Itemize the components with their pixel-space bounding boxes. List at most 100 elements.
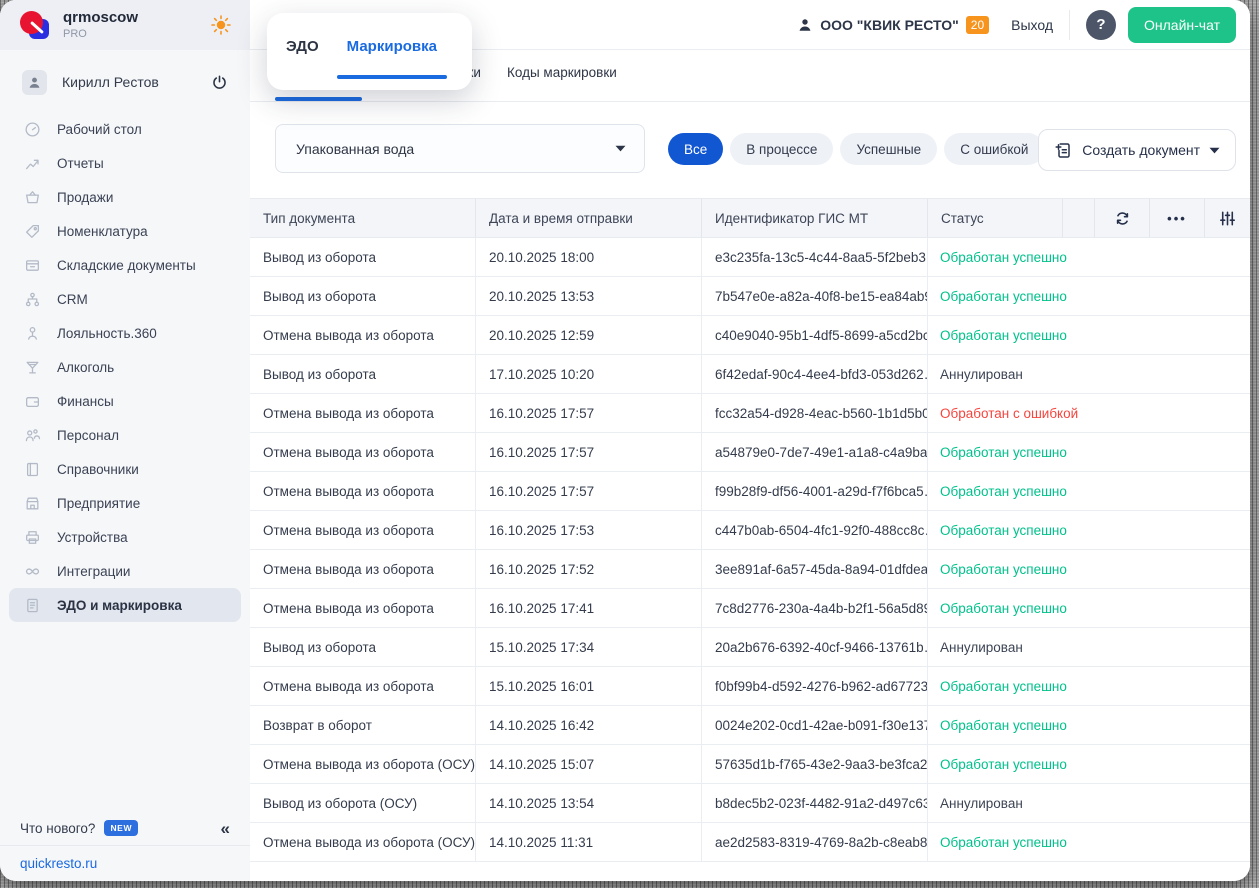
datetime-cell: 16.10.2025 17:53 (476, 511, 702, 549)
wallet-icon (24, 393, 41, 410)
datetime-cell: 16.10.2025 17:57 (476, 433, 702, 471)
column-settings-button[interactable] (1205, 199, 1250, 237)
theme-sun-icon[interactable] (210, 14, 232, 36)
popup-tab-marking[interactable]: Маркировка (347, 37, 437, 57)
filter-chip-3[interactable]: С ошибкой (944, 133, 1044, 165)
sidebar-item-8[interactable]: Финансы (9, 384, 241, 418)
table-header: Тип документаДата и время отправкиИденти… (250, 198, 1250, 238)
refresh-button[interactable] (1095, 199, 1150, 237)
sidebar-item-label: Устройства (57, 530, 128, 545)
table-row-6[interactable]: Отмена вывода из оборота16.10.2025 17:57… (250, 472, 1250, 511)
gis-mt-id-cell: ae2d2583-8319-4769-8a2b-c8eab8f… (702, 823, 928, 861)
whats-new-label: Что нового? (20, 821, 95, 836)
refresh-icon (1114, 210, 1131, 227)
datetime-cell: 14.10.2025 15:07 (476, 745, 702, 783)
product-group-value: Упакованная вода (296, 141, 414, 157)
product-group-select[interactable]: Упакованная вода (275, 124, 645, 173)
create-document-button[interactable]: Создать документ (1038, 129, 1236, 171)
table-row-12[interactable]: Возврат в оборот14.10.2025 16:420024e202… (250, 706, 1250, 745)
sidebar-item-2[interactable]: Продажи (9, 180, 241, 214)
document-type-cell: Отмена вывода из оборота (250, 394, 476, 432)
online-chat-button[interactable]: Онлайн-чат (1128, 7, 1236, 43)
new-badge: NEW (104, 820, 138, 836)
whats-new-row[interactable]: Что нового? NEW « (0, 811, 250, 845)
org-icon (24, 291, 41, 308)
sidebar-item-5[interactable]: CRM (9, 282, 241, 316)
table-row-11[interactable]: Отмена вывода из оборота15.10.2025 16:01… (250, 667, 1250, 706)
document-type-cell: Отмена вывода из оборота (250, 472, 476, 510)
table-row-4[interactable]: Отмена вывода из оборота16.10.2025 17:57… (250, 394, 1250, 433)
sidebar-item-label: Отчеты (57, 156, 104, 171)
topbar-divider (1069, 10, 1070, 40)
sidebar-item-1[interactable]: Отчеты (9, 146, 241, 180)
table-body: Вывод из оборота20.10.2025 18:00e3c235fa… (250, 238, 1250, 862)
account-name: ООО "КВИК РЕСТО" (820, 17, 959, 33)
gis-mt-id-cell: f0bf99b4-d592-4276-b962-ad67723… (702, 667, 928, 705)
datetime-cell: 15.10.2025 16:01 (476, 667, 702, 705)
table-row-3[interactable]: Вывод из оборота17.10.2025 10:206f42edaf… (250, 355, 1250, 394)
gis-mt-id-cell: c40e9040-95b1-4df5-8699-a5cd2bc… (702, 316, 928, 354)
sidebar-item-11[interactable]: Предприятие (9, 486, 241, 520)
sidebar-item-13[interactable]: Интеграции (9, 554, 241, 588)
gis-mt-id-cell: b8dec5b2-023f-4482-91a2-d497c63… (702, 784, 928, 822)
status-cell: Обработан с ошибкой (928, 394, 1250, 432)
help-button[interactable]: ? (1086, 10, 1116, 40)
sidebar-item-label: Складские документы (57, 258, 196, 273)
gis-mt-id-cell: 7c8d2776-230a-4a4b-b2f1-56a5d89… (702, 589, 928, 627)
ellipsis-icon: ••• (1167, 211, 1187, 226)
sidebar-item-0[interactable]: Рабочий стол (9, 112, 241, 146)
logout-link[interactable]: Выход (1011, 17, 1053, 33)
sidebar-item-14[interactable]: ЭДО и маркировка (9, 588, 241, 622)
datetime-cell: 20.10.2025 12:59 (476, 316, 702, 354)
filter-chip-2[interactable]: Успешные (840, 133, 937, 165)
table-row-0[interactable]: Вывод из оборота20.10.2025 18:00e3c235fa… (250, 238, 1250, 277)
collapse-sidebar-icon[interactable]: « (221, 820, 230, 837)
sidebar-item-6[interactable]: Лояльность.360 (9, 316, 241, 350)
status-cell: Обработан успешно (928, 472, 1250, 510)
sidebar-user[interactable]: Кирилл Рестов (0, 61, 250, 103)
box-icon (24, 257, 41, 274)
logout-power-icon[interactable] (211, 74, 228, 91)
table-row-1[interactable]: Вывод из оборота20.10.2025 13:537b547e0e… (250, 277, 1250, 316)
sidebar-item-9[interactable]: Персонал (9, 418, 241, 452)
book-icon (24, 461, 41, 478)
datetime-cell: 14.10.2025 11:31 (476, 823, 702, 861)
table-row-15[interactable]: Отмена вывода из оборота (ОСУ)14.10.2025… (250, 823, 1250, 862)
sidebar-item-7[interactable]: Алкоголь (9, 350, 241, 384)
table-row-9[interactable]: Отмена вывода из оборота16.10.2025 17:41… (250, 589, 1250, 628)
status-cell: Обработан успешно (928, 589, 1250, 627)
gis-mt-id-cell: 57635d1b-f765-43e2-9aa3-be3fca2… (702, 745, 928, 783)
account-menu[interactable]: ООО "КВИК РЕСТО" 20 (797, 16, 989, 34)
table-row-2[interactable]: Отмена вывода из оборота20.10.2025 12:59… (250, 316, 1250, 355)
status-cell: Аннулирован (928, 784, 1250, 822)
table-row-7[interactable]: Отмена вывода из оборота16.10.2025 17:53… (250, 511, 1250, 550)
more-actions-button[interactable]: ••• (1150, 199, 1205, 237)
chart-icon (24, 155, 41, 172)
datetime-cell: 20.10.2025 18:00 (476, 238, 702, 276)
sidebar-item-4[interactable]: Складские документы (9, 248, 241, 282)
table-row-14[interactable]: Вывод из оборота (ОСУ)14.10.2025 13:54b8… (250, 784, 1250, 823)
filter-chip-1[interactable]: В процессе (730, 133, 833, 165)
table-row-13[interactable]: Отмена вывода из оборота (ОСУ)14.10.2025… (250, 745, 1250, 784)
document-plus-icon (1054, 141, 1073, 160)
table-row-8[interactable]: Отмена вывода из оборота16.10.2025 17:52… (250, 550, 1250, 589)
sidebar-item-12[interactable]: Устройства (9, 520, 241, 554)
status-cell: Обработан успешно (928, 823, 1250, 861)
sidebar-item-3[interactable]: Номенклатура (9, 214, 241, 248)
filter-chip-0[interactable]: Все (668, 133, 723, 165)
document-type-cell: Отмена вывода из оборота (250, 433, 476, 471)
datetime-cell: 16.10.2025 17:57 (476, 472, 702, 510)
account-count-badge: 20 (966, 16, 989, 34)
gis-mt-id-cell: c447b0ab-6504-4fc1-92f0-488cc8c… (702, 511, 928, 549)
table-row-5[interactable]: Отмена вывода из оборота16.10.2025 17:57… (250, 433, 1250, 472)
tab-marking-codes[interactable]: Коды маркировки (507, 65, 617, 80)
sidebar-item-10[interactable]: Справочники (9, 452, 241, 486)
cocktail-icon (24, 359, 41, 376)
tag-icon (24, 223, 41, 240)
sidebar-item-label: Номенклатура (57, 224, 148, 239)
popup-tab-edo[interactable]: ЭДО (286, 37, 319, 57)
status-filter-chips: ВсеВ процессеУспешныеС ошибкой (668, 133, 1044, 165)
site-link[interactable]: quickresto.ru (20, 856, 97, 871)
table-row-10[interactable]: Вывод из оборота15.10.2025 17:3420a2b676… (250, 628, 1250, 667)
sidebar-item-label: Алкоголь (57, 360, 114, 375)
